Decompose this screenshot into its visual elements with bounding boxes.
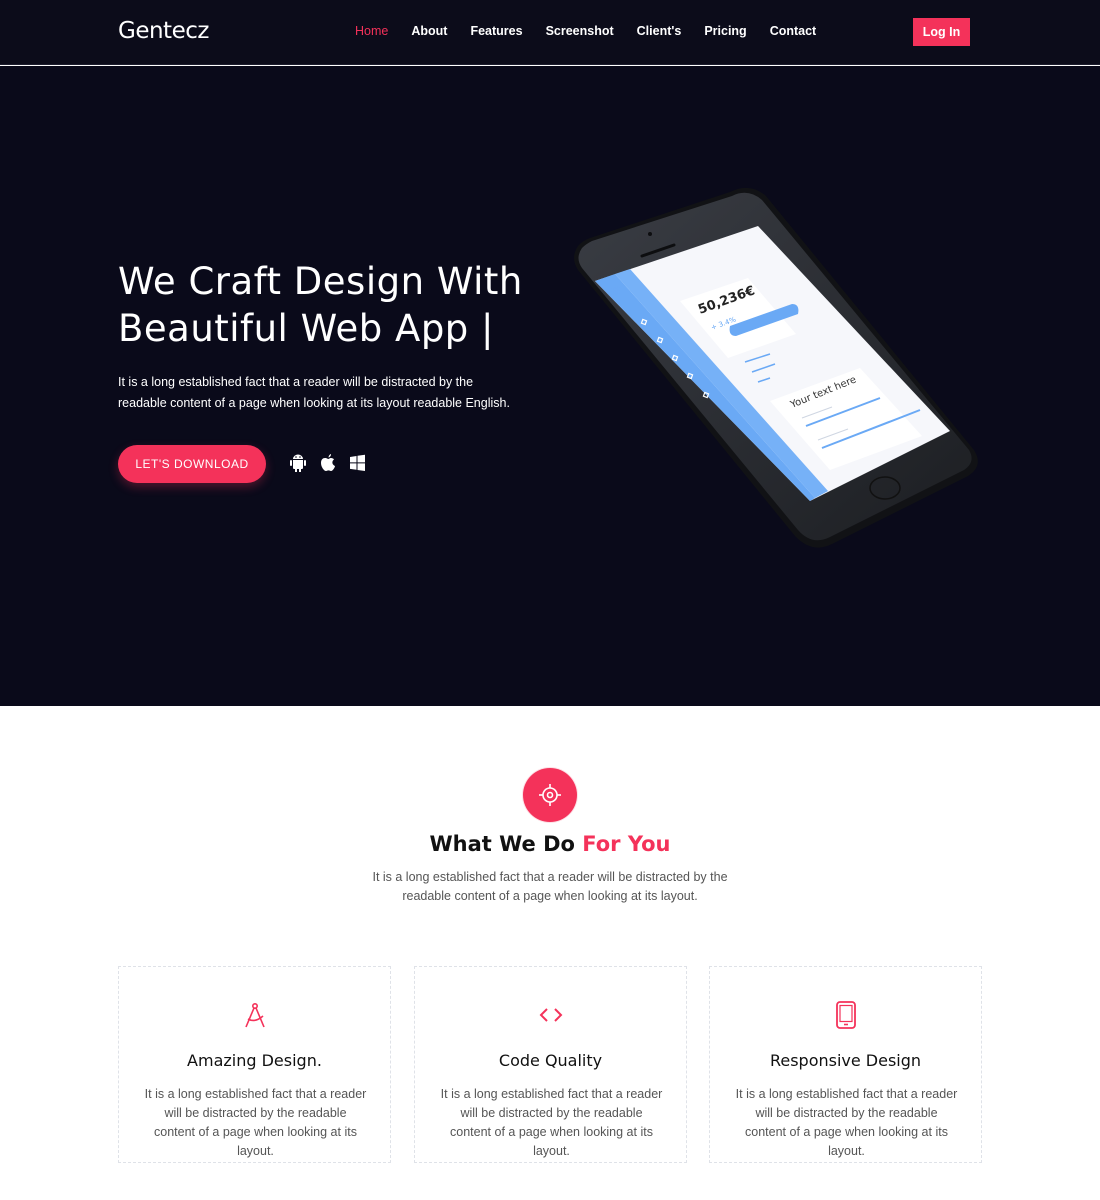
main-nav: Home About Features Screenshot Client's … (355, 24, 839, 38)
nav-screenshot[interactable]: Screenshot (546, 24, 614, 38)
service-card-text: It is a long established fact that a rea… (735, 1087, 958, 1158)
nav-about[interactable]: About (411, 24, 447, 38)
download-button[interactable]: LET'S DOWNLOAD (118, 445, 266, 483)
hero-title-line2: Beautiful Web App | (118, 307, 495, 350)
service-card-text: It is a long established fact that a rea… (144, 1087, 367, 1158)
nav-features[interactable]: Features (470, 24, 522, 38)
service-card-design: Amazing Design. It is a long established… (118, 966, 391, 1163)
target-badge (523, 768, 577, 822)
nav-home[interactable]: Home (355, 24, 388, 38)
nav-pricing[interactable]: Pricing (704, 24, 746, 38)
service-card-responsive: Responsive Design It is a long establish… (709, 966, 982, 1163)
section-description: It is a long established fact that a rea… (372, 870, 728, 903)
service-card-title: Code Quality (498, 1051, 603, 1070)
logo[interactable]: Gentecz (118, 18, 209, 44)
target-icon (539, 784, 561, 806)
android-icon[interactable] (289, 453, 307, 473)
service-card-code: Code Quality It is a long established fa… (414, 966, 687, 1163)
service-card-title: Responsive Design (769, 1051, 922, 1070)
hero-description: It is a long established fact that a rea… (118, 375, 510, 410)
login-button[interactable]: Log In (913, 18, 970, 46)
nav-clients[interactable]: Client's (637, 24, 682, 38)
hero-title: We Craft Design With Beautiful Web App | (118, 258, 578, 352)
nav-contact[interactable]: Contact (770, 24, 817, 38)
phone-mockup: 50,236€ + 3.4% Your text here (570, 186, 980, 566)
hero-title-line1: We Craft Design With (118, 260, 523, 303)
service-card-text: It is a long established fact that a rea… (440, 1087, 663, 1158)
compass-icon (241, 1001, 269, 1029)
section-title: What We Do For You (0, 832, 1100, 856)
service-card-title: Amazing Design. (187, 1051, 322, 1070)
site-header: Gentecz Home About Features Screenshot C… (0, 0, 1100, 65)
apple-icon[interactable] (319, 453, 337, 473)
tablet-icon (832, 1001, 860, 1029)
code-icon (537, 1001, 565, 1029)
section-title-main: What We Do (429, 832, 575, 856)
hero-section: We Craft Design With Beautiful Web App |… (0, 66, 1100, 706)
windows-icon[interactable] (349, 453, 367, 473)
section-title-accent: For You (582, 832, 671, 856)
